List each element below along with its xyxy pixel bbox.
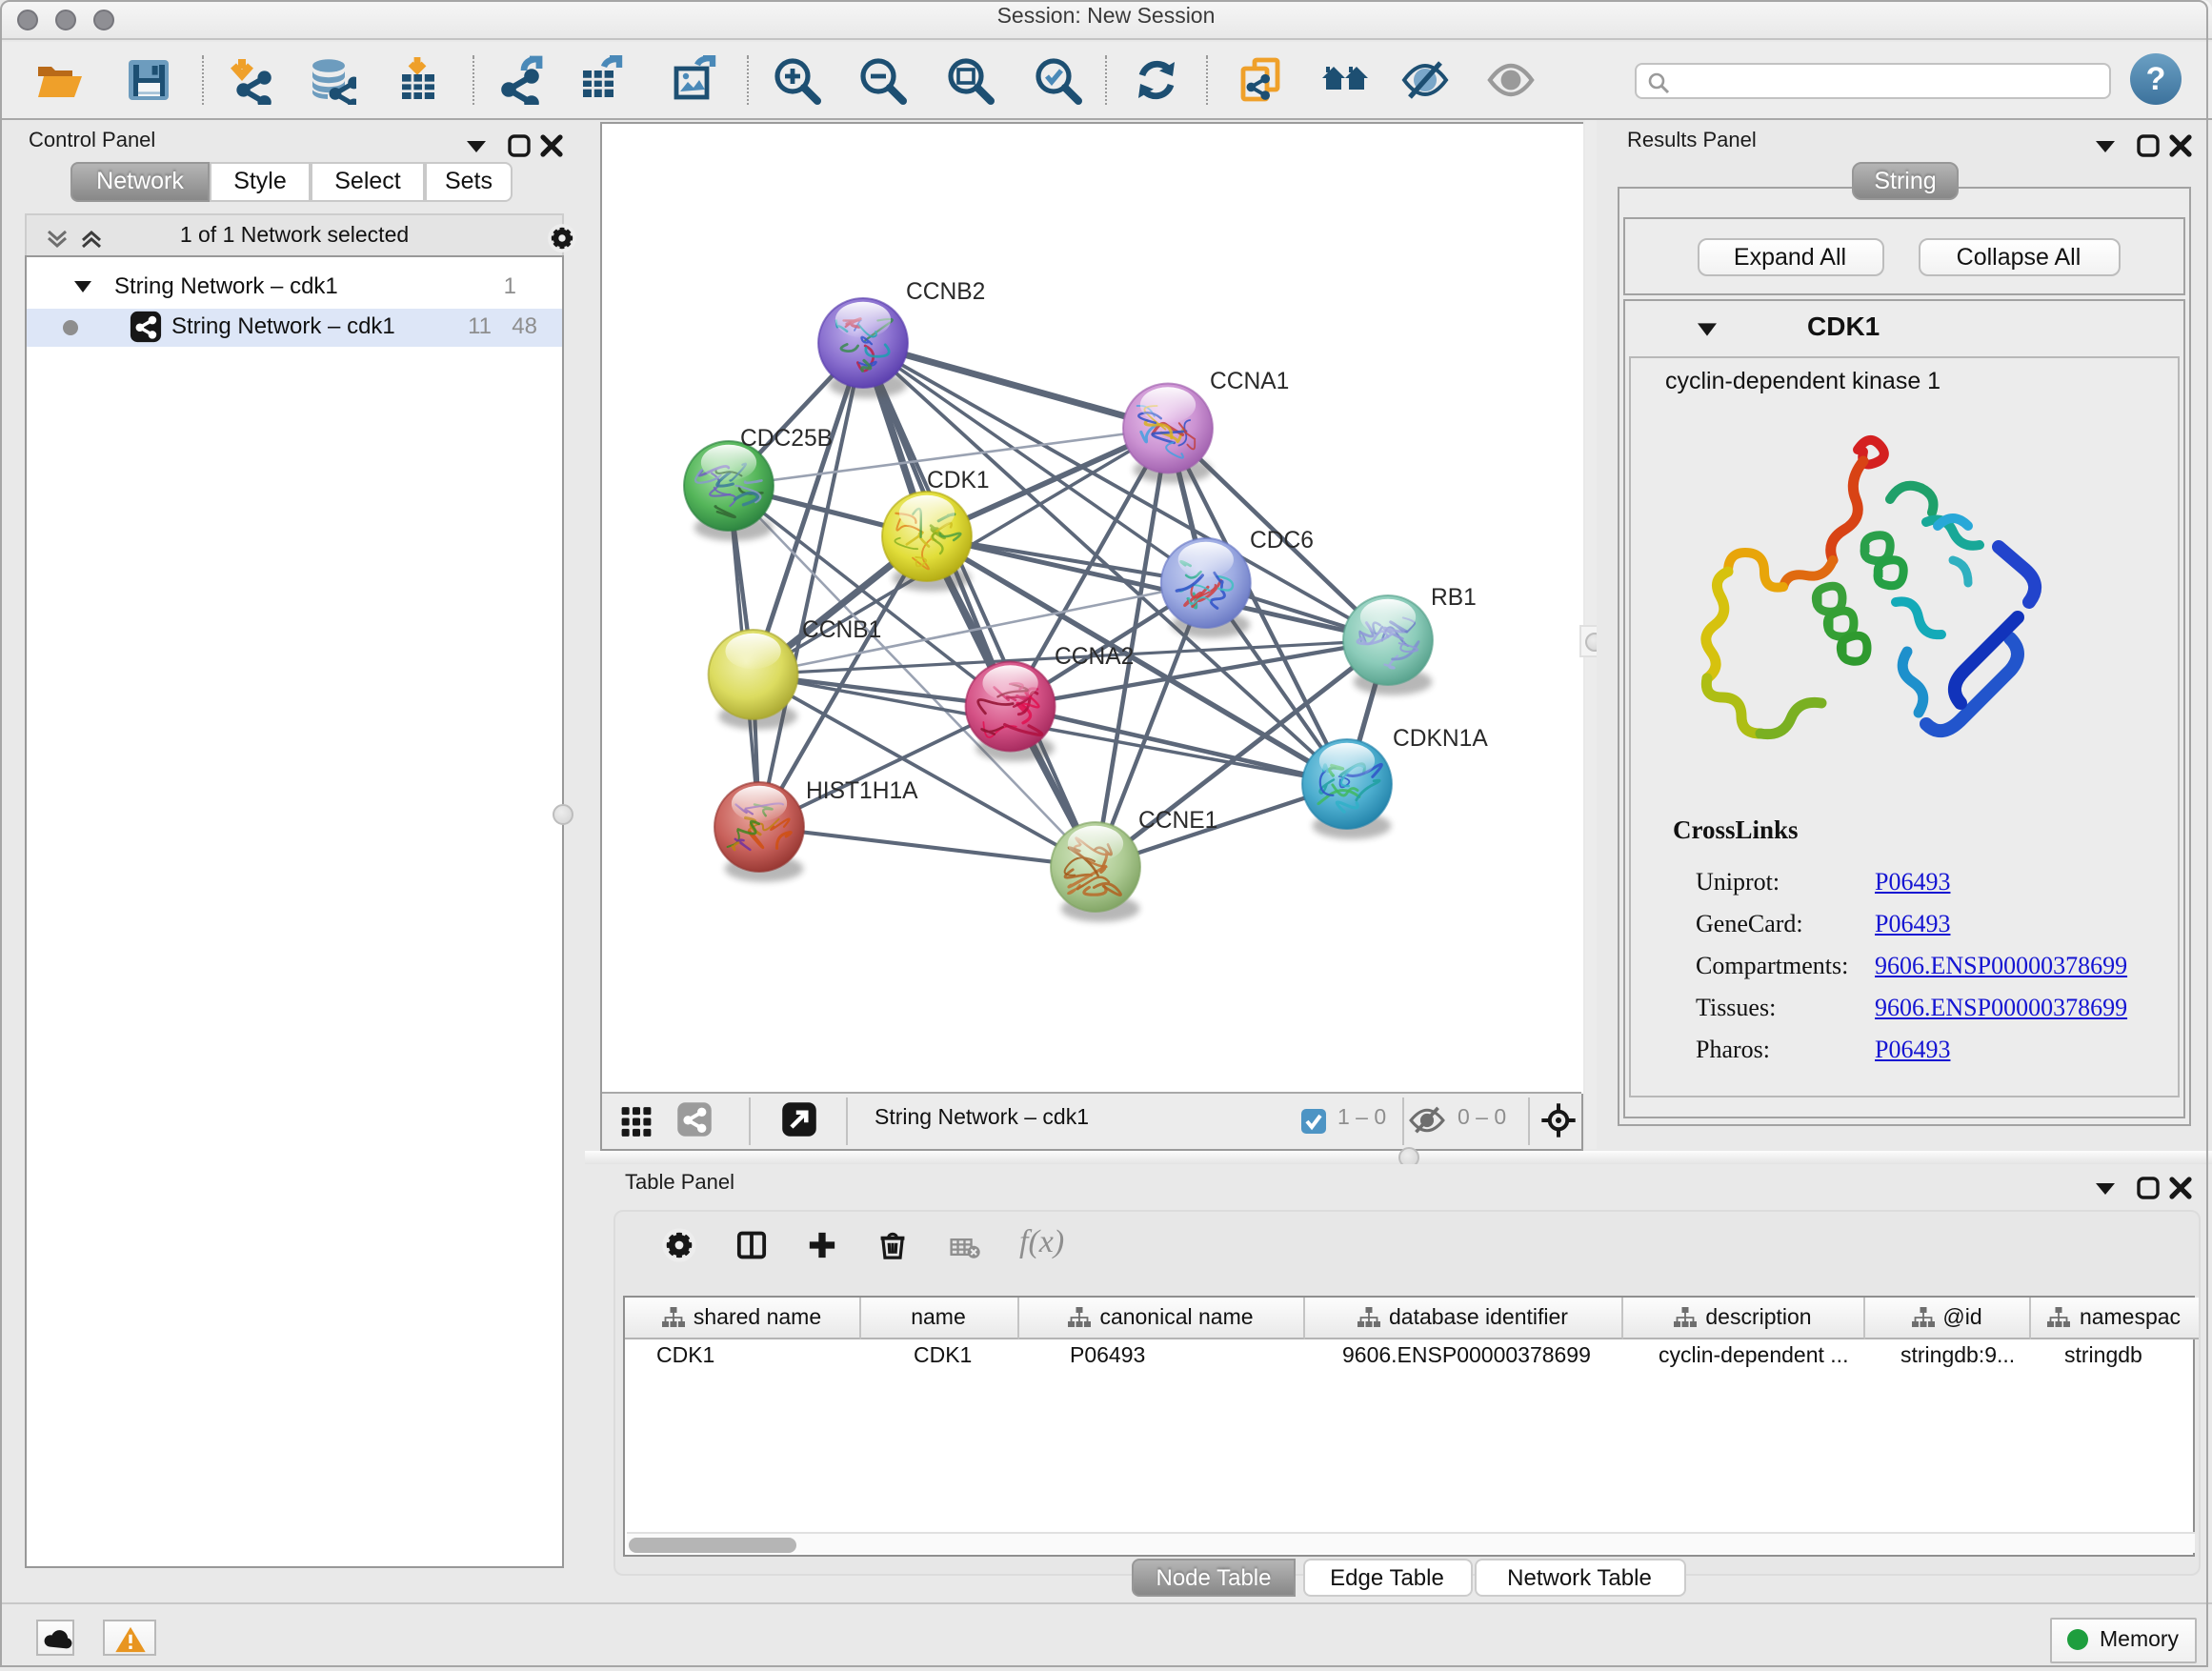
svg-text:CDKN1A: CDKN1A bbox=[1393, 725, 1488, 751]
svg-text:CCNE1: CCNE1 bbox=[1138, 807, 1217, 833]
svg-text:CDC25B: CDC25B bbox=[740, 425, 833, 451]
svg-text:CCNB1: CCNB1 bbox=[802, 616, 881, 642]
svg-text:HIST1H1A: HIST1H1A bbox=[806, 777, 918, 803]
svg-text:CCNB2: CCNB2 bbox=[906, 278, 985, 304]
svg-text:RB1: RB1 bbox=[1431, 584, 1477, 610]
svg-text:CCNA1: CCNA1 bbox=[1210, 368, 1289, 393]
svg-text:CDK1: CDK1 bbox=[927, 467, 990, 493]
svg-text:CDC6: CDC6 bbox=[1250, 527, 1314, 553]
svg-text:CCNA2: CCNA2 bbox=[1055, 643, 1134, 669]
